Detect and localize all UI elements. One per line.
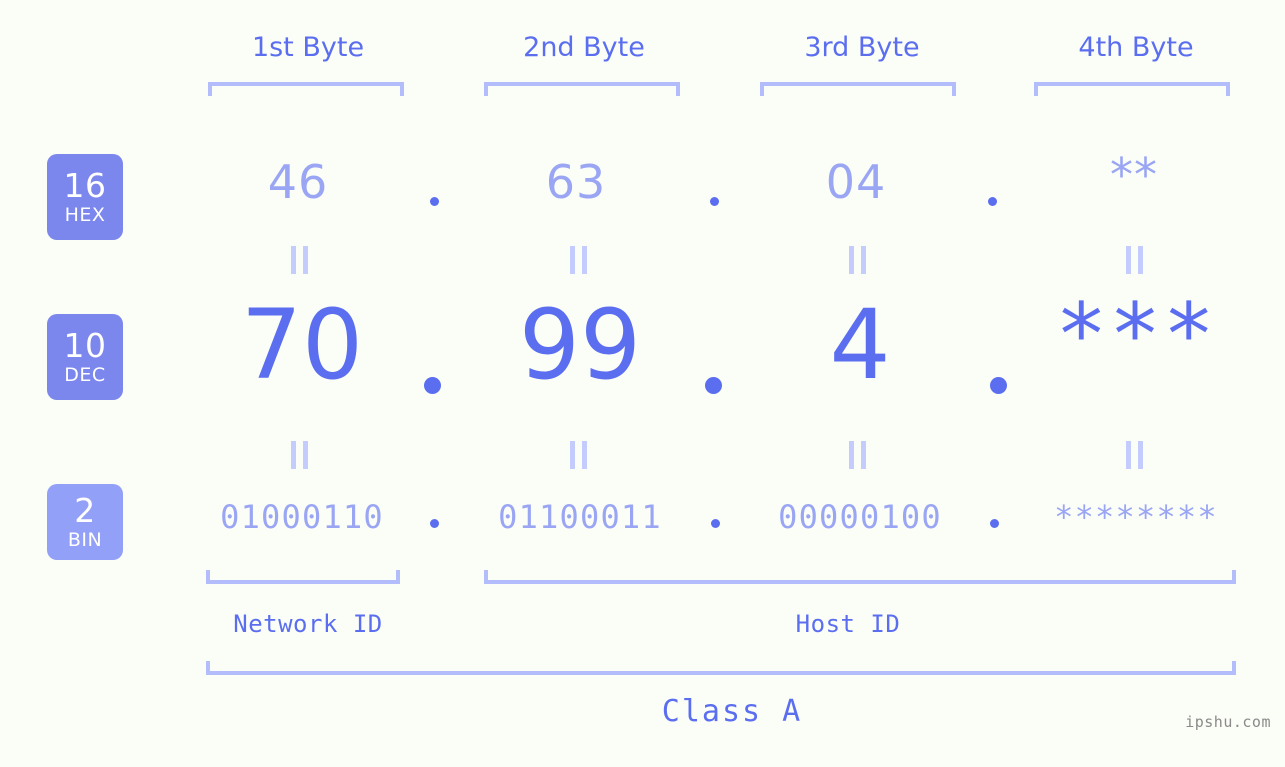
dec-byte-3: 4	[829, 289, 891, 401]
dec-byte-4: ***	[1055, 285, 1217, 385]
base-badge-bin-number: 2	[74, 491, 96, 530]
dec-separator-2	[705, 377, 722, 394]
bin-byte-4: ********	[1054, 498, 1218, 536]
equivalence-mark-hex-dec-1	[291, 246, 308, 274]
byte-header-4: 4th Byte	[1078, 32, 1194, 63]
hex-byte-4: **	[1110, 148, 1158, 202]
class-label: Class A	[661, 694, 803, 729]
base-badge-hex: 16 HEX	[47, 154, 123, 240]
equivalence-mark-dec-bin-3	[849, 441, 866, 469]
byte-header-3: 3rd Byte	[804, 32, 920, 63]
base-badge-dec: 10 DEC	[47, 314, 123, 400]
bin-separator-1	[430, 519, 439, 528]
byte-bracket-1	[208, 82, 404, 96]
hex-byte-1: 46	[267, 155, 329, 209]
dec-byte-2: 99	[518, 289, 642, 401]
base-badge-dec-number: 10	[63, 326, 107, 365]
byte-header-1: 1st Byte	[251, 32, 365, 63]
ip-address-diagram: 1st Byte 2nd Byte 3rd Byte 4th Byte 16 H…	[0, 0, 1285, 767]
byte-bracket-3	[760, 82, 956, 96]
hex-separator-1	[430, 197, 439, 206]
equivalence-mark-dec-bin-2	[570, 441, 587, 469]
base-badge-bin-name: BIN	[67, 529, 103, 551]
byte-header-2: 2nd Byte	[523, 32, 645, 63]
equivalence-mark-hex-dec-3	[849, 246, 866, 274]
hex-byte-3: 04	[825, 155, 887, 209]
byte-bracket-2	[484, 82, 680, 96]
hex-separator-3	[988, 197, 997, 206]
equivalence-mark-hex-dec-2	[570, 246, 587, 274]
base-badge-hex-number: 16	[63, 166, 107, 205]
equivalence-mark-dec-bin-4	[1126, 441, 1143, 469]
network-id-label: Network ID	[233, 610, 383, 638]
bin-separator-2	[711, 519, 720, 528]
dec-separator-1	[424, 377, 441, 394]
bin-byte-2: 01100011	[498, 498, 662, 536]
host-id-label: Host ID	[795, 610, 901, 638]
bin-separator-3	[990, 519, 999, 528]
bin-byte-1: 01000110	[220, 498, 384, 536]
network-id-bracket	[206, 570, 400, 584]
hex-byte-2: 63	[545, 155, 607, 209]
dec-byte-1: 70	[240, 289, 364, 401]
base-badge-dec-name: DEC	[64, 364, 106, 386]
hex-separator-2	[710, 197, 719, 206]
byte-bracket-4	[1034, 82, 1230, 96]
bin-byte-3: 00000100	[778, 498, 942, 536]
equivalence-mark-dec-bin-1	[291, 441, 308, 469]
class-bracket	[206, 661, 1236, 675]
equivalence-mark-hex-dec-4	[1126, 246, 1143, 274]
host-id-bracket	[484, 570, 1236, 584]
site-watermark: ipshu.com	[1185, 713, 1271, 731]
dec-separator-3	[990, 377, 1007, 394]
base-badge-bin: 2 BIN	[47, 484, 123, 560]
base-badge-hex-name: HEX	[64, 204, 106, 226]
